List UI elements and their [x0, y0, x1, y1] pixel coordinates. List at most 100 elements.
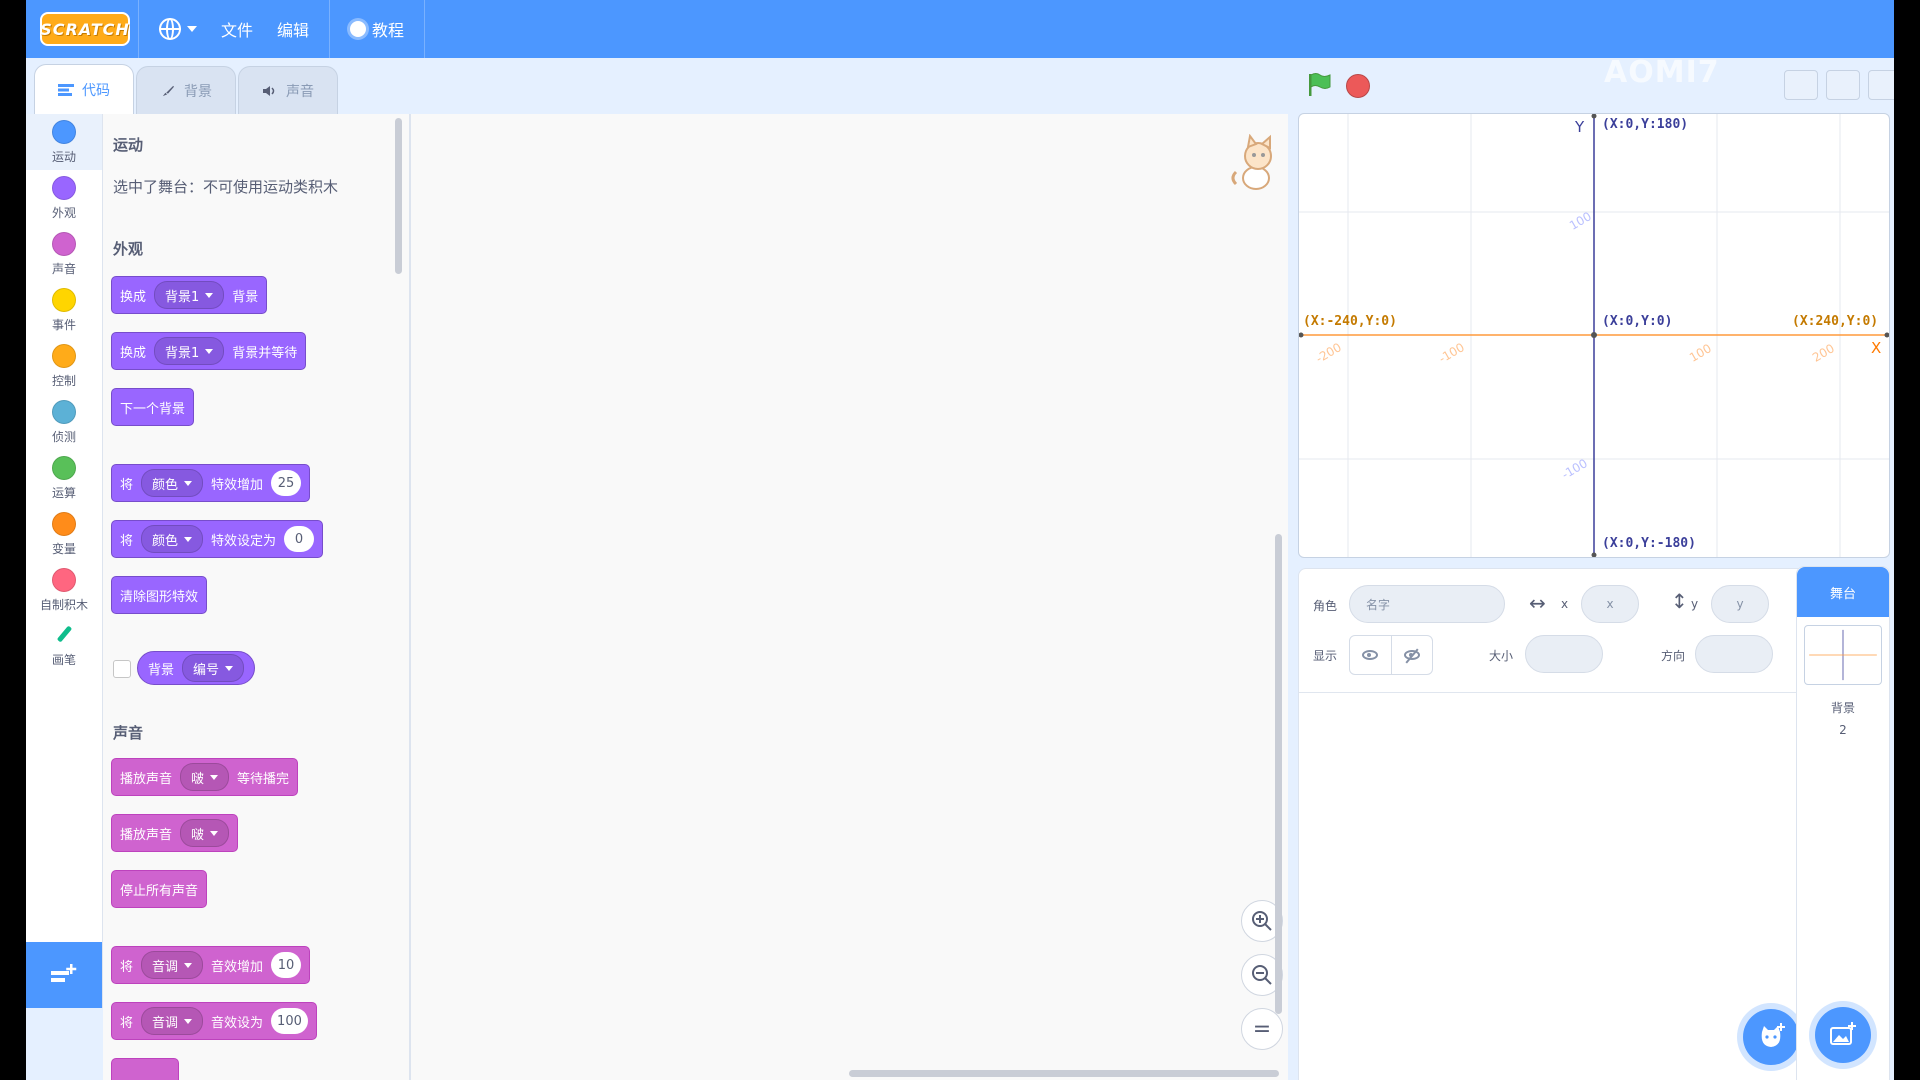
tab-code[interactable]: 代码 — [34, 64, 134, 115]
speaker-icon — [263, 86, 275, 96]
script-vertical-scrollbar[interactable] — [1275, 534, 1282, 1014]
category-looks[interactable]: 外观 — [26, 170, 102, 226]
category-label: 声音 — [51, 261, 76, 276]
number-input[interactable]: 0 — [284, 526, 315, 552]
category-my-blocks[interactable]: 自制积木 — [26, 562, 102, 618]
tab-sounds-label: 声音 — [286, 84, 314, 100]
name-placeholder: 名字 — [1366, 597, 1391, 612]
stage-selector[interactable]: 舞台 背景 2 — [1796, 566, 1890, 1080]
direction-label: 方向 — [1661, 649, 1686, 663]
category-motion[interactable]: 运动 — [26, 114, 102, 170]
monitor-checkbox[interactable] — [113, 660, 131, 678]
backdrop-attr-dropdown[interactable]: 编号 — [182, 654, 245, 682]
script-horizontal-scrollbar[interactable] — [849, 1070, 1279, 1077]
change-sound-effect-block[interactable]: 将 音调 音效增加 10 — [111, 946, 311, 984]
scratch-editor: SCRATCH 文件 编辑 教程 代码 背景 声音 运动 外观 声音 事件 控制… — [26, 0, 1894, 1080]
zoom-out-icon — [1252, 965, 1272, 985]
language-menu[interactable] — [147, 0, 209, 58]
choose-sprite-button[interactable] — [1743, 1009, 1799, 1065]
category-sensing[interactable]: 侦测 — [26, 394, 102, 450]
category-events[interactable]: 事件 — [26, 282, 102, 338]
block-text: 特效设定为 — [211, 533, 277, 549]
block-text: 背景 — [232, 289, 259, 305]
size-label: 大小 — [1489, 649, 1514, 663]
sound-effect-dropdown[interactable]: 音调 — [141, 951, 204, 979]
category-sound[interactable]: 声音 — [26, 226, 102, 282]
scratch-logo[interactable]: SCRATCH — [40, 12, 130, 46]
start-sound-block[interactable]: 播放声音 啵 — [111, 814, 239, 852]
y-position-input[interactable]: y — [1711, 585, 1769, 623]
file-menu-label: 文件 — [221, 21, 254, 40]
x-position-input[interactable]: x — [1581, 585, 1639, 623]
script-area[interactable]: = — [410, 114, 1288, 1080]
block-text: 特效增加 — [211, 477, 264, 493]
sprite-name-input[interactable]: 名字 — [1349, 585, 1505, 623]
size-input[interactable] — [1525, 635, 1603, 673]
add-extension-button[interactable] — [26, 942, 102, 1008]
eye-icon — [1362, 650, 1379, 660]
stage-thumbnail[interactable] — [1804, 625, 1882, 685]
sound-effect-dropdown[interactable]: 音调 — [141, 1007, 204, 1035]
set-effect-block[interactable]: 将 颜色 特效设定为 0 — [111, 520, 324, 558]
zoom-reset-button[interactable]: = — [1241, 1008, 1283, 1050]
block-text: 播放声音 — [120, 827, 173, 843]
block-text: 换成 — [120, 345, 147, 361]
eye-off-icon — [1403, 650, 1420, 660]
tutorials-menu[interactable]: 教程 — [338, 0, 416, 58]
stop-button[interactable] — [1346, 74, 1370, 98]
block-text: 换成 — [120, 289, 147, 305]
number-input[interactable]: 100 — [271, 1008, 308, 1034]
tab-backdrops[interactable]: 背景 — [136, 66, 236, 115]
effect-dropdown[interactable]: 颜色 — [141, 469, 204, 497]
sound-dropdown[interactable]: 啵 — [180, 763, 230, 791]
switch-backdrop-block[interactable]: 换成 背景1 背景 — [111, 276, 268, 314]
variables-dot-icon — [52, 511, 76, 536]
chevron-down-icon — [205, 348, 214, 354]
next-backdrop-block[interactable]: 下一个背景 — [111, 388, 195, 426]
fullscreen-button[interactable] — [1868, 70, 1894, 100]
change-effect-block[interactable]: 将 颜色 特效增加 25 — [111, 464, 311, 502]
category-label: 外观 — [51, 205, 76, 220]
block-text: 播放声音 — [120, 771, 173, 787]
backdrop-dropdown[interactable]: 背景1 — [154, 337, 225, 365]
block-text: 停止所有声音 — [120, 883, 199, 899]
category-operators[interactable]: 运算 — [26, 450, 102, 506]
number-input[interactable]: 10 — [271, 952, 302, 978]
x-placeholder: x — [1606, 597, 1614, 611]
file-menu[interactable]: 文件 — [209, 0, 265, 58]
x-label: x — [1561, 597, 1569, 611]
looks-dot-icon — [52, 175, 76, 200]
direction-input[interactable] — [1695, 635, 1773, 673]
sprite-info-bar: 角色 名字 ↔ x x ↕ y y 显示 大小 方向 — [1299, 569, 1815, 693]
number-input[interactable]: 25 — [271, 470, 302, 496]
backdrop-dropdown[interactable]: 背景1 — [154, 281, 225, 309]
play-sound-until-done-block[interactable]: 播放声音 啵 等待播完 — [111, 758, 299, 796]
stage-canvas[interactable]: Y X (X:0,Y:180) (X:0,Y:-180) (X:-240,Y:0… — [1298, 113, 1890, 558]
edit-menu[interactable]: 编辑 — [265, 0, 321, 58]
visibility-toggle — [1349, 635, 1433, 675]
sound-dropdown[interactable]: 啵 — [180, 819, 230, 847]
small-stage-button[interactable] — [1784, 70, 1818, 100]
stop-all-sounds-block[interactable]: 停止所有声音 — [111, 870, 208, 908]
hide-sprite-button[interactable] — [1392, 636, 1433, 674]
block-text: 将 — [120, 959, 134, 975]
clear-effects-block[interactable]: 清除图形特效 — [111, 576, 208, 614]
category-control[interactable]: 控制 — [26, 338, 102, 394]
dropdown-value: 啵 — [191, 827, 205, 843]
choose-backdrop-button[interactable] — [1815, 1007, 1871, 1063]
menu-divider — [329, 0, 331, 58]
effect-dropdown[interactable]: 颜色 — [141, 525, 204, 553]
switch-backdrop-and-wait-block[interactable]: 换成 背景1 背景并等待 — [111, 332, 307, 370]
category-pen[interactable]: 画笔 — [26, 618, 102, 674]
green-flag-button[interactable] — [1306, 72, 1332, 98]
motion-dot-icon — [52, 119, 76, 144]
clear-sound-effects-block[interactable] — [111, 1058, 179, 1080]
show-sprite-button[interactable] — [1350, 636, 1392, 674]
palette-scrollbar[interactable] — [395, 118, 402, 274]
backdrop-number-reporter[interactable]: 背景 编号 — [137, 651, 256, 685]
set-sound-effect-block[interactable]: 将 音调 音效设为 100 — [111, 1002, 317, 1040]
category-label: 自制积木 — [39, 597, 88, 612]
tab-sounds[interactable]: 声音 — [238, 66, 338, 115]
large-stage-button[interactable] — [1826, 70, 1860, 100]
category-variables[interactable]: 变量 — [26, 506, 102, 562]
